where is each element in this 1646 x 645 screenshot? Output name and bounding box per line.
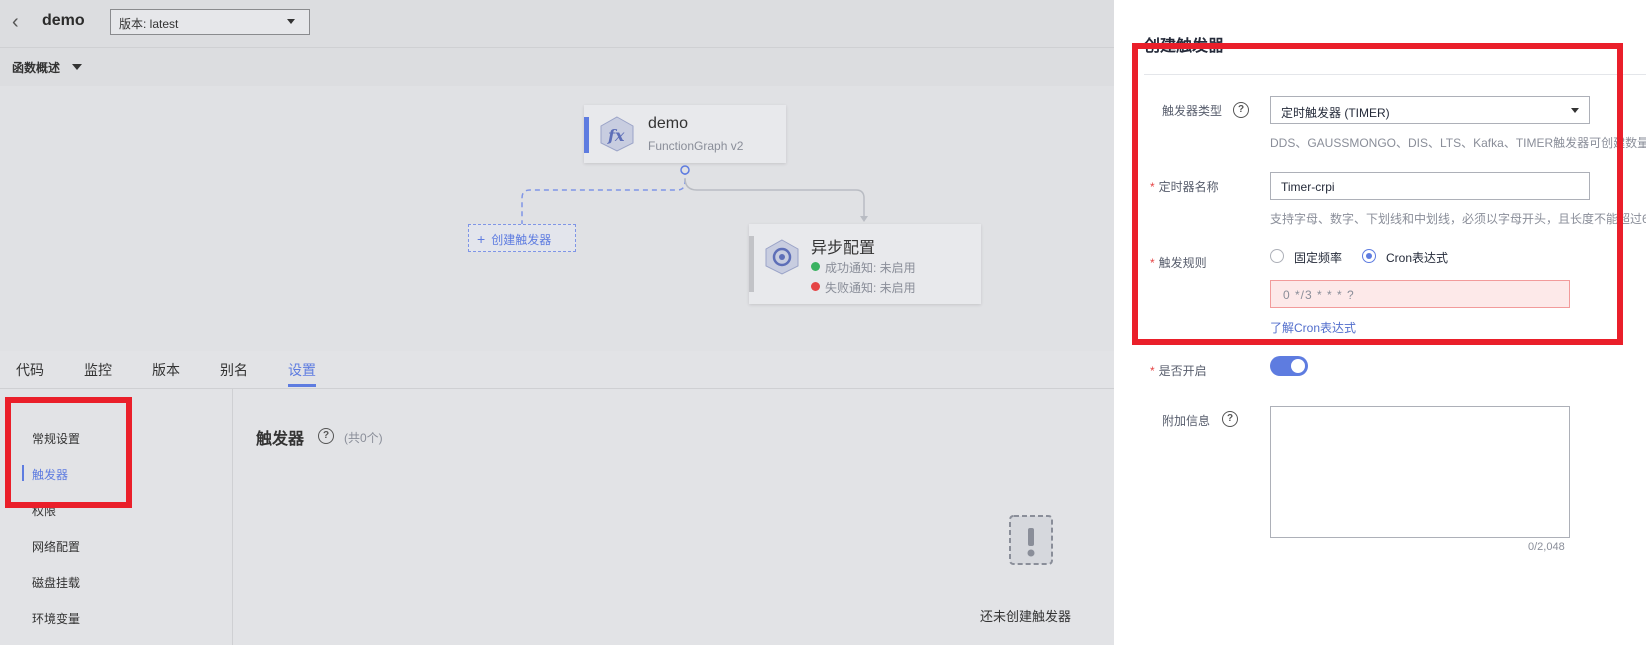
empty-state-text: 还未创建触发器 (980, 609, 1072, 624)
create-trigger-label: 创建触发器 (491, 233, 552, 247)
help-icon[interactable]: ? (1222, 411, 1238, 427)
enabled-label-text: 是否开启 (1158, 364, 1207, 378)
enabled-label: * 是否开启 (1150, 362, 1207, 379)
empty-state-icon (1009, 515, 1053, 565)
sidebar-item-env-vars[interactable]: 环境变量 (32, 610, 80, 627)
failure-status-dot (811, 282, 820, 291)
triggers-count: (共0个) (344, 431, 383, 445)
function-name: demo (648, 115, 689, 132)
create-trigger-button[interactable]: + 创建触发器 (468, 224, 576, 252)
tab-alias[interactable]: 别名 (220, 360, 248, 380)
async-config-card[interactable]: 异步配置 成功通知: 未启用 失败通知: 未启用 (749, 224, 981, 304)
help-icon[interactable]: ? (318, 428, 334, 444)
function-page: ‹ demo 版本: latest 函数概述 fx demo FunctionG… (0, 0, 1114, 645)
char-counter: 0/2,048 (1528, 541, 1565, 553)
card-accent (584, 117, 589, 153)
extra-info-label: 附加信息 (1162, 414, 1211, 428)
success-status-dot (811, 262, 820, 271)
tab-monitor[interactable]: 监控 (84, 360, 112, 380)
svg-text:fx: fx (607, 126, 625, 145)
toggle-knob (1291, 359, 1305, 373)
fx-icon: fx (600, 116, 634, 152)
highlight-box-drawer (1132, 43, 1623, 345)
success-notification-text: 成功通知: 未启用 (825, 261, 916, 275)
plus-icon: + (477, 231, 486, 247)
enabled-toggle[interactable] (1270, 356, 1308, 376)
triggers-title: 触发器 (256, 431, 305, 448)
function-card[interactable]: fx demo FunctionGraph v2 (584, 105, 786, 163)
tab-code[interactable]: 代码 (16, 360, 44, 380)
tab-settings[interactable]: 设置 (288, 360, 316, 380)
extra-info-textarea[interactable] (1270, 406, 1570, 538)
active-tab-indicator (288, 384, 316, 387)
sidebar-item-disk-mount[interactable]: 磁盘挂载 (32, 574, 80, 591)
failure-notification-text: 失败通知: 未启用 (825, 281, 916, 295)
async-config-title: 异步配置 (811, 240, 876, 257)
card-accent (749, 236, 754, 292)
sidebar-item-network[interactable]: 网络配置 (32, 538, 80, 555)
highlight-box-sidebar (5, 397, 132, 508)
async-config-icon (765, 239, 799, 275)
function-runtime: FunctionGraph v2 (648, 139, 744, 153)
required-mark: * (1150, 364, 1155, 378)
tab-version[interactable]: 版本 (152, 360, 180, 380)
